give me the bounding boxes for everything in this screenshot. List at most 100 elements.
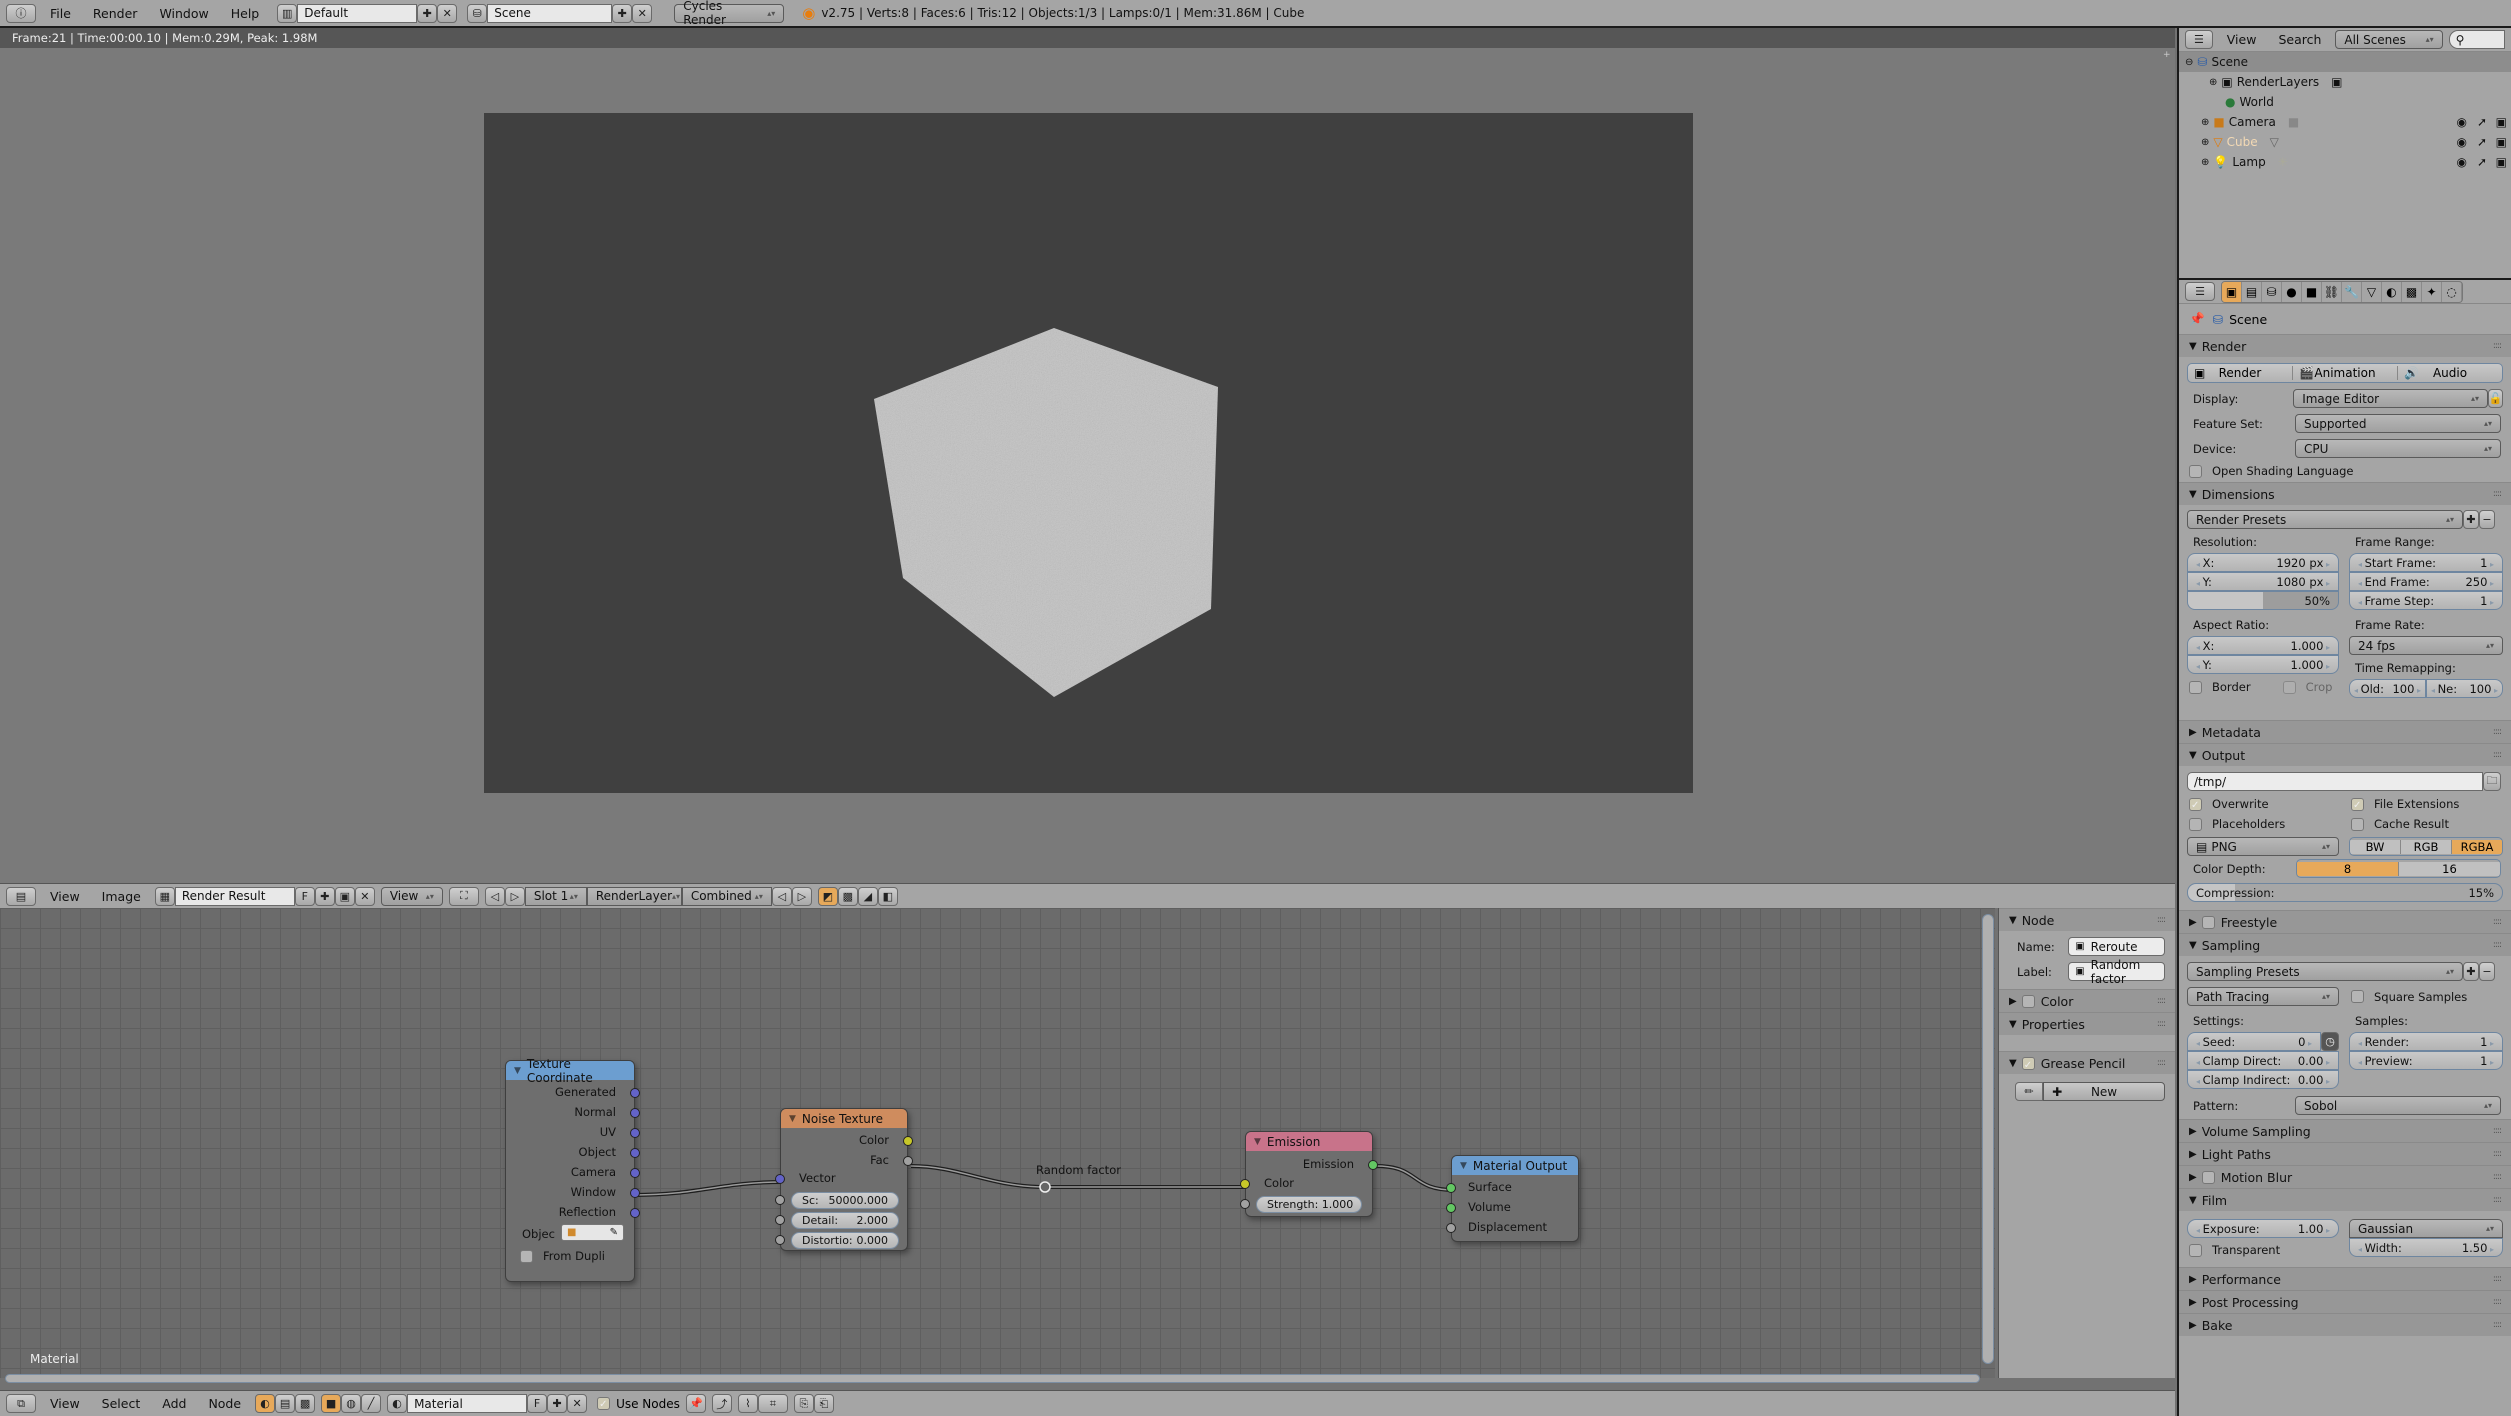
color-panel-header[interactable]: ▶ Color:::: <box>1999 989 2175 1012</box>
paste-nodes-icon[interactable]: ⎗ <box>813 1394 834 1413</box>
frame-rate-select[interactable]: 24 fps ▴▾ <box>2349 636 2503 655</box>
light-paths-panel-header[interactable]: ▶ Light Paths:::: <box>2179 1142 2511 1165</box>
socket-distortion-in[interactable] <box>775 1235 785 1245</box>
drag-grip-icon[interactable]: :::: <box>2493 341 2502 351</box>
next-pass-button[interactable]: ▷ <box>791 886 812 906</box>
strength-field[interactable]: Strength: 1.000 <box>1256 1196 1362 1213</box>
select-cursor-icon[interactable]: ➚ <box>2477 115 2487 129</box>
prev-slot-button[interactable]: ◁ <box>484 886 505 906</box>
node-label-field[interactable]: ▣ Random factor <box>2068 958 2165 986</box>
feature-set-select[interactable]: Supported ▴▾ <box>2295 414 2501 433</box>
collapse-icon[interactable]: ▼ <box>1460 1161 1467 1171</box>
draw-alpha-icon[interactable]: ▩ <box>837 886 858 906</box>
socket-detail-in[interactable] <box>775 1215 785 1225</box>
output-path-input[interactable]: /tmp/ <box>2187 772 2483 791</box>
eyedropper-icon[interactable]: ✎ <box>610 1227 618 1238</box>
socket-surface-in[interactable] <box>1446 1183 1456 1193</box>
drag-grip-icon[interactable]: :::: <box>2493 940 2502 950</box>
draw-zbuffer-icon[interactable]: ◢ <box>857 886 878 906</box>
freestyle-checkbox[interactable] <box>2201 915 2215 929</box>
file-format-select[interactable]: ▤ PNG ▴▾ <box>2187 837 2339 856</box>
tab-physics-icon[interactable]: ◌ <box>2442 281 2462 302</box>
render-camera-icon[interactable]: ▣ <box>2496 135 2507 149</box>
placeholders-checkbox[interactable] <box>2189 817 2202 831</box>
expand-icon[interactable]: ⊕ <box>2201 157 2209 168</box>
motion-blur-checkbox[interactable] <box>2201 1170 2215 1184</box>
noise-texture-node[interactable]: ▼ Noise Texture Color Fac Vector Sc: 5000… <box>775 1108 913 1251</box>
color-checkbox[interactable] <box>2021 994 2035 1008</box>
texture-coordinate-header[interactable]: ▼ Texture Coordinate <box>506 1057 634 1085</box>
node-menu-node[interactable]: Node <box>200 1396 249 1411</box>
menu-help[interactable]: Help <box>223 6 268 21</box>
parent-tree-icon[interactable]: ⤴ <box>711 1394 732 1413</box>
output-panel-header[interactable]: ▼ Output:::: <box>2179 743 2511 766</box>
distortion-field[interactable]: Distortio: 0.000 <box>791 1232 899 1249</box>
performance-panel-header[interactable]: ▶ Performance:::: <box>2179 1267 2511 1290</box>
post-processing-panel-header[interactable]: ▶ Post Processing:::: <box>2179 1290 2511 1313</box>
copy-nodes-icon[interactable]: ⎘ <box>793 1394 814 1413</box>
slot-select[interactable]: Slot 1 ▴▾ <box>524 886 587 906</box>
node-panel-header[interactable]: ▼ Node:::: <box>1999 908 2175 931</box>
node-menu-add[interactable]: Add <box>154 1396 194 1411</box>
end-frame-field[interactable]: End Frame: 250 <box>2349 572 2503 591</box>
socket-object[interactable] <box>630 1148 640 1158</box>
outliner-item-lamp[interactable]: ⊕ 💡 Lamp ✳ ◉ ➚ ▣ <box>2179 152 2511 172</box>
collapse-icon[interactable]: ▼ <box>1254 1137 1261 1147</box>
outliner-item-scene[interactable]: ⊖ ⛁ Scene <box>2179 52 2511 72</box>
socket-color-in[interactable] <box>1240 1179 1250 1189</box>
drag-grip-icon[interactable]: :::: <box>2157 1019 2166 1029</box>
texture-coordinate-node[interactable]: ▼ Texture Coordinate Generated Normal UV … <box>505 1057 640 1282</box>
fake-user-button[interactable]: F <box>294 886 315 906</box>
shader-nodes-icon[interactable]: ◐ <box>255 1394 276 1413</box>
dimensions-panel-header[interactable]: ▼ Dimensions:::: <box>2179 482 2511 505</box>
outliner-item-camera[interactable]: ⊕ ■ Camera ■ ◉ ➚ ▣ <box>2179 112 2511 132</box>
from-dupli-checkbox[interactable] <box>520 1249 533 1263</box>
color-depth-16[interactable]: 16 <box>2399 861 2500 876</box>
visibility-eye-icon[interactable]: ◉ <box>2457 115 2467 129</box>
render-animation-button[interactable]: 🎬 Animation <box>2293 366 2398 380</box>
add-scene-button[interactable]: ✚ <box>612 3 633 23</box>
animated-seed-icon[interactable]: ◷ <box>2321 1032 2339 1051</box>
osl-checkbox[interactable] <box>2189 464 2202 478</box>
info-editor-type-button[interactable]: ⓘ <box>6 3 36 23</box>
socket-volume-in[interactable] <box>1446 1203 1456 1213</box>
render-presets-select[interactable]: Render Presets ▴▾ <box>2187 510 2463 529</box>
collapse-icon[interactable]: ▼ <box>789 1114 796 1124</box>
socket-displacement-in[interactable] <box>1446 1223 1456 1233</box>
color-mode-rgba[interactable]: RGBA <box>2452 839 2502 854</box>
clamp-direct-field[interactable]: Clamp Direct: 0.00 <box>2187 1051 2339 1070</box>
remove-preset-button[interactable]: − <box>2479 510 2495 529</box>
draw-color-icon[interactable]: ◧ <box>877 886 898 906</box>
drag-grip-icon[interactable]: :::: <box>2493 1126 2502 1136</box>
prev-pass-button[interactable]: ◁ <box>771 886 792 906</box>
image-name-field[interactable]: Render Result <box>174 886 295 906</box>
visibility-eye-icon[interactable]: ◉ <box>2457 155 2467 169</box>
drag-grip-icon[interactable]: :::: <box>2493 1149 2502 1159</box>
pin-icon[interactable]: 📌 <box>2189 311 2205 327</box>
open-image-icon[interactable]: ▣ <box>334 886 355 906</box>
drag-grip-icon[interactable]: :::: <box>2493 1274 2502 1284</box>
add-layout-button[interactable]: ✚ <box>417 3 438 23</box>
world-shader-icon[interactable]: ◍ <box>341 1394 362 1413</box>
tab-material-icon[interactable]: ◐ <box>2382 281 2402 302</box>
freestyle-panel-header[interactable]: ▶ Freestyle:::: <box>2179 910 2511 933</box>
remove-scene-button[interactable]: ✕ <box>632 3 653 23</box>
collapse-icon[interactable]: ▼ <box>514 1066 521 1076</box>
color-mode-bw[interactable]: BW <box>2350 839 2401 854</box>
aspect-y-field[interactable]: Y: 1.000 <box>2187 655 2339 674</box>
drag-grip-icon[interactable]: :::: <box>2157 1058 2166 1068</box>
motion-blur-panel-header[interactable]: ▶ Motion Blur:::: <box>2179 1165 2511 1188</box>
outliner-type-button[interactable]: ☰ <box>2185 30 2213 49</box>
detail-field[interactable]: Detail: 2.000 <box>791 1212 899 1229</box>
socket-emission-out[interactable] <box>1368 1160 1378 1170</box>
render-pass-select[interactable]: Combined ▴▾ <box>681 886 772 906</box>
expand-icon[interactable]: ⊕ <box>2209 77 2217 88</box>
outliner-menu-search[interactable]: Search <box>2270 32 2329 47</box>
tab-data-icon[interactable]: ▽ <box>2362 281 2382 302</box>
drag-grip-icon[interactable]: :::: <box>2493 1172 2502 1182</box>
scene-icon[interactable]: ⛁ <box>467 3 488 23</box>
socket-window[interactable] <box>630 1188 640 1198</box>
render-audio-button[interactable]: 🔊 Audio <box>2398 366 2502 380</box>
screen-layout-field[interactable]: Default <box>297 3 418 23</box>
image-menu-image[interactable]: Image <box>94 889 149 904</box>
